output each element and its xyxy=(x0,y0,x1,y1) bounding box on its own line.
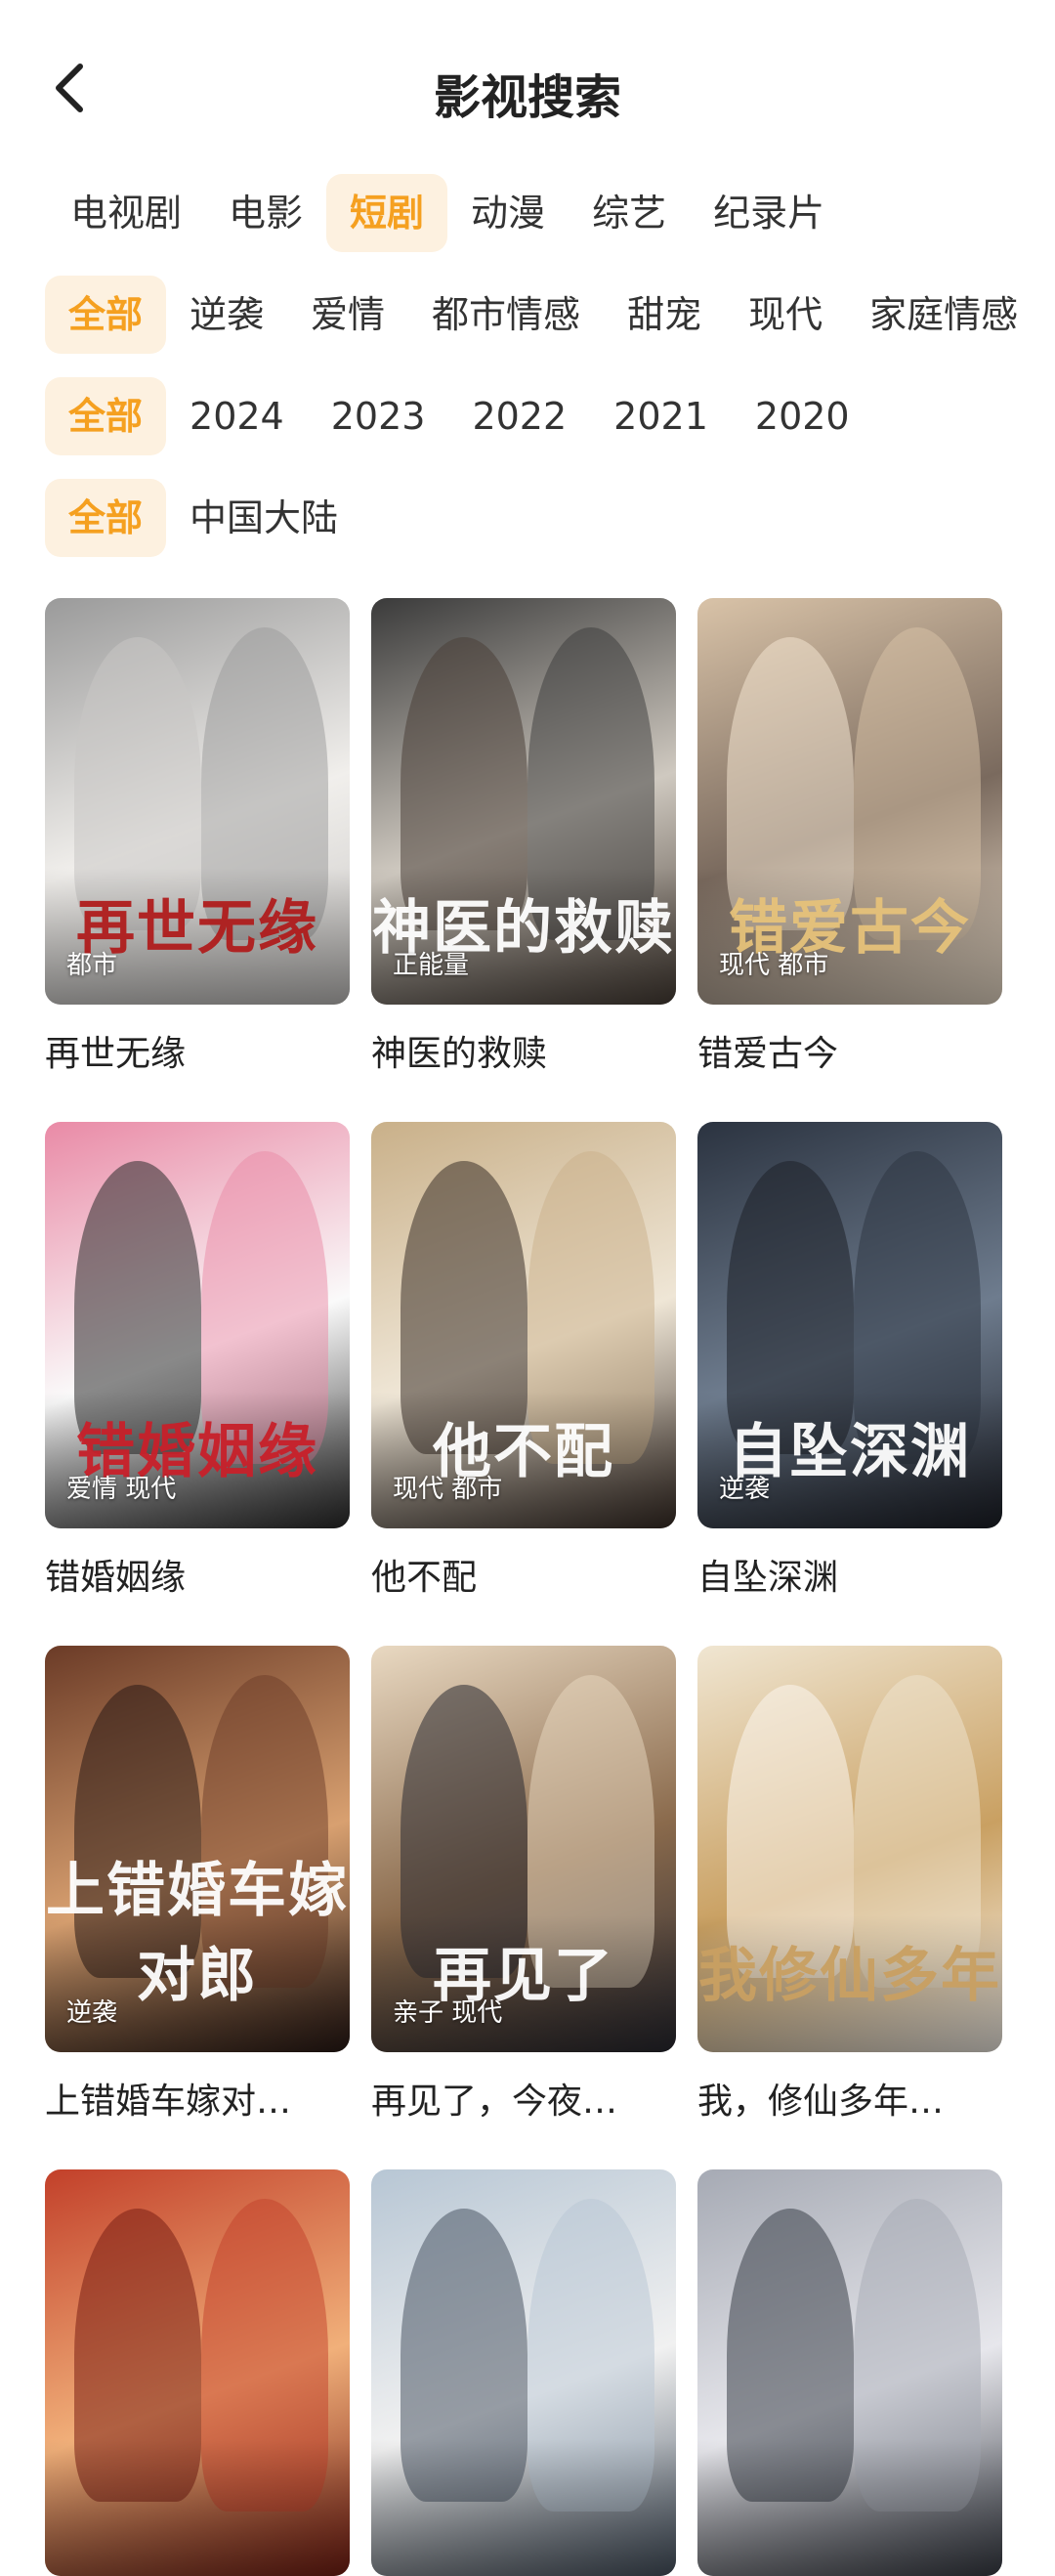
genre-tag: 亲子 现代 xyxy=(393,1998,503,2028)
poster-image[interactable]: 错爱古今 现代 都市 xyxy=(697,598,1002,1005)
card-title[interactable]: 他不配 xyxy=(371,1554,676,1603)
genre-chip[interactable]: 逆袭 xyxy=(166,276,287,354)
result-card[interactable]: 错爱古今 现代 都市错爱古今 xyxy=(697,598,1002,1079)
poster-title-art: 上错婚车嫁对郎 xyxy=(46,1857,349,2010)
poster-image[interactable]: 他不配 现代 都市 xyxy=(371,1122,676,1528)
genre-chip[interactable]: 都市情感 xyxy=(408,276,604,354)
result-card[interactable]: 上错婚车嫁对郎 逆袭上错婚车嫁对… xyxy=(45,1646,350,2126)
genre-tag: 逆袭 xyxy=(719,1475,771,1504)
year-chip[interactable]: 2020 xyxy=(732,377,873,455)
year-chip[interactable]: 2021 xyxy=(590,377,732,455)
region-filter-row: 全部 中国大陆 xyxy=(45,479,361,557)
results-grid: 再世无缘 都市再世无缘 神医的救赎 正能量神医的救赎 错爱古今 现代 都市错爱古今错婚姻缘… xyxy=(45,598,1022,2576)
card-title[interactable]: 错爱古今 xyxy=(697,1030,1002,1079)
genre-tag: 爱情 现代 xyxy=(66,1475,177,1504)
genre-chip[interactable]: 家庭情感 xyxy=(846,276,1041,354)
poster-image[interactable]: 错婚姻缘 爱情 现代 xyxy=(45,1122,350,1528)
genre-tag: 逆袭 xyxy=(66,1998,118,2028)
result-card[interactable]: 我修仙多年我，修仙多年… xyxy=(697,1646,1002,2126)
year-chip[interactable]: 2024 xyxy=(166,377,308,455)
card-title[interactable]: 上错婚车嫁对… xyxy=(45,2078,350,2126)
poster-image[interactable]: 再世无缘 都市 xyxy=(45,598,350,1005)
type-filter-row: 电视剧 电影 短剧 动漫 综艺 纪录片 xyxy=(47,174,848,252)
top-bar: 影视搜索 xyxy=(0,0,1055,176)
card-title[interactable]: 再见了，今夜… xyxy=(371,2078,676,2126)
genre-chip[interactable]: 爱情 xyxy=(287,276,408,354)
result-card[interactable]: 自坠深渊 逆袭自坠深渊 xyxy=(697,1122,1002,1603)
poster-image[interactable] xyxy=(45,2169,350,2576)
type-chip[interactable]: 动漫 xyxy=(447,174,569,252)
card-title[interactable]: 我，修仙多年… xyxy=(697,2078,1002,2126)
result-card[interactable]: 再世无缘 都市再世无缘 xyxy=(45,598,350,1079)
genre-filter-row: 全部 逆袭 爱情 都市情感 甜宠 现代 家庭情感 xyxy=(45,276,1041,354)
poster-image[interactable]: 我修仙多年 xyxy=(697,1646,1002,2052)
poster-image[interactable]: 再见了 亲子 现代 xyxy=(371,1646,676,2052)
year-chip[interactable]: 2023 xyxy=(308,377,449,455)
type-chip[interactable]: 纪录片 xyxy=(690,174,848,252)
result-card[interactable]: 他不配 现代 都市他不配 xyxy=(371,1122,676,1603)
region-chip[interactable]: 全部 xyxy=(45,479,167,557)
type-chip[interactable]: 综艺 xyxy=(569,174,690,252)
type-chip[interactable]: 电影 xyxy=(205,174,326,252)
poster-title-art: 我修仙多年 xyxy=(698,1942,1001,2010)
result-card[interactable]: 神医的救赎 正能量神医的救赎 xyxy=(371,598,676,1079)
type-chip[interactable]: 短剧 xyxy=(326,174,448,252)
page-title: 影视搜索 xyxy=(433,70,621,125)
genre-tag: 现代 都市 xyxy=(393,1475,503,1504)
card-title[interactable]: 神医的救赎 xyxy=(371,1030,676,1079)
year-chip[interactable]: 全部 xyxy=(45,377,167,455)
poster-image[interactable] xyxy=(697,2169,1002,2576)
region-chip[interactable]: 中国大陆 xyxy=(166,479,361,557)
genre-tag: 正能量 xyxy=(393,951,470,980)
genre-chip[interactable]: 甜宠 xyxy=(604,276,725,354)
result-card[interactable] xyxy=(371,2169,676,2576)
result-card[interactable] xyxy=(697,2169,1002,2576)
result-card[interactable] xyxy=(45,2169,350,2576)
genre-tag: 都市 xyxy=(66,951,118,980)
year-chip[interactable]: 2022 xyxy=(448,377,590,455)
poster-image[interactable]: 上错婚车嫁对郎 逆袭 xyxy=(45,1646,350,2052)
genre-chip[interactable]: 现代 xyxy=(725,276,846,354)
card-title[interactable]: 再世无缘 xyxy=(45,1030,350,1079)
type-chip[interactable]: 电视剧 xyxy=(47,174,205,252)
year-filter-row: 全部 2024 2023 2022 2021 2020 xyxy=(45,377,873,455)
poster-image[interactable]: 神医的救赎 正能量 xyxy=(371,598,676,1005)
genre-tag: 现代 都市 xyxy=(719,951,829,980)
poster-gradient xyxy=(371,2439,676,2576)
poster-image[interactable]: 自坠深渊 逆袭 xyxy=(697,1122,1002,1528)
poster-image[interactable] xyxy=(371,2169,676,2576)
genre-chip[interactable]: 全部 xyxy=(45,276,167,354)
card-title[interactable]: 错婚姻缘 xyxy=(45,1554,350,1603)
poster-gradient xyxy=(45,2439,350,2576)
result-card[interactable]: 再见了 亲子 现代再见了，今夜… xyxy=(371,1646,676,2126)
card-title[interactable]: 自坠深渊 xyxy=(697,1554,1002,1603)
result-card[interactable]: 错婚姻缘 爱情 现代错婚姻缘 xyxy=(45,1122,350,1603)
poster-gradient xyxy=(697,2439,1002,2576)
